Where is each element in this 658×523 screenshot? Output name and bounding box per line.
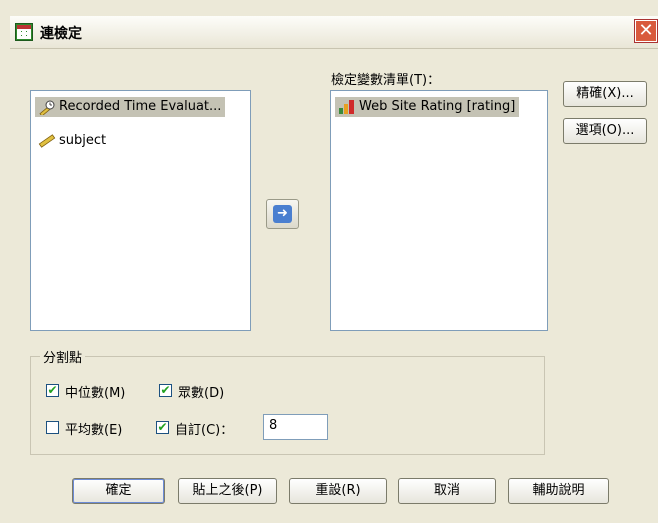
custom-checkbox[interactable]: ✔	[156, 421, 169, 434]
mean-checkbox[interactable]	[46, 421, 59, 434]
ok-button[interactable]: 確定	[72, 478, 165, 504]
cut-point-group-title: 分割點	[40, 347, 86, 366]
dialog-title: 連檢定	[40, 26, 82, 42]
mode-checkbox[interactable]: ✔	[159, 384, 172, 397]
close-button[interactable]: ✕	[635, 20, 657, 42]
list-item-subject[interactable]: subject	[35, 131, 110, 151]
move-to-test-list-button[interactable]: ➜	[266, 199, 299, 229]
paste-button[interactable]: 貼上之後(P)	[178, 478, 277, 504]
exact-button[interactable]: 精確(X)...	[563, 81, 647, 107]
cut-point-group	[30, 356, 545, 455]
custom-value-input[interactable]: 8	[263, 414, 328, 440]
runs-test-dialog: 連檢定 ✕ Recorded Time Evaluat... subject ➜…	[0, 0, 658, 523]
help-button[interactable]: 輔助說明	[508, 478, 609, 504]
source-variable-list[interactable]: Recorded Time Evaluat... subject	[30, 90, 251, 331]
title-bar: 連檢定 ✕	[10, 16, 658, 49]
ruler-icon	[38, 134, 56, 148]
mean-label: 平均數(E)	[65, 423, 123, 438]
options-button[interactable]: 選項(O)...	[563, 118, 647, 144]
list-item-recorded-time[interactable]: Recorded Time Evaluat...	[35, 97, 226, 117]
median-checkbox[interactable]: ✔	[46, 384, 59, 397]
right-arrow-icon: ➜	[273, 205, 292, 223]
median-label: 中位數(M)	[65, 386, 126, 401]
list-item-label: Recorded Time Evaluat...	[59, 99, 222, 114]
test-variable-list[interactable]: Web Site Rating [rating]	[330, 90, 548, 331]
reset-button[interactable]: 重設(R)	[289, 478, 387, 504]
list-item-label: subject	[59, 133, 107, 148]
list-item-web-site-rating[interactable]: Web Site Rating [rating]	[335, 97, 520, 117]
cancel-button[interactable]: 取消	[398, 478, 496, 504]
spreadsheet-app-icon	[15, 23, 33, 41]
ordinal-bar-icon	[339, 100, 354, 114]
mode-label: 眾數(D)	[178, 386, 225, 401]
scale-ruler-icon	[39, 100, 55, 115]
test-variable-list-label: 檢定變數清單(T)：	[331, 73, 441, 88]
custom-label: 自訂(C)：	[175, 423, 234, 438]
list-item-label: Web Site Rating [rating]	[359, 99, 516, 114]
